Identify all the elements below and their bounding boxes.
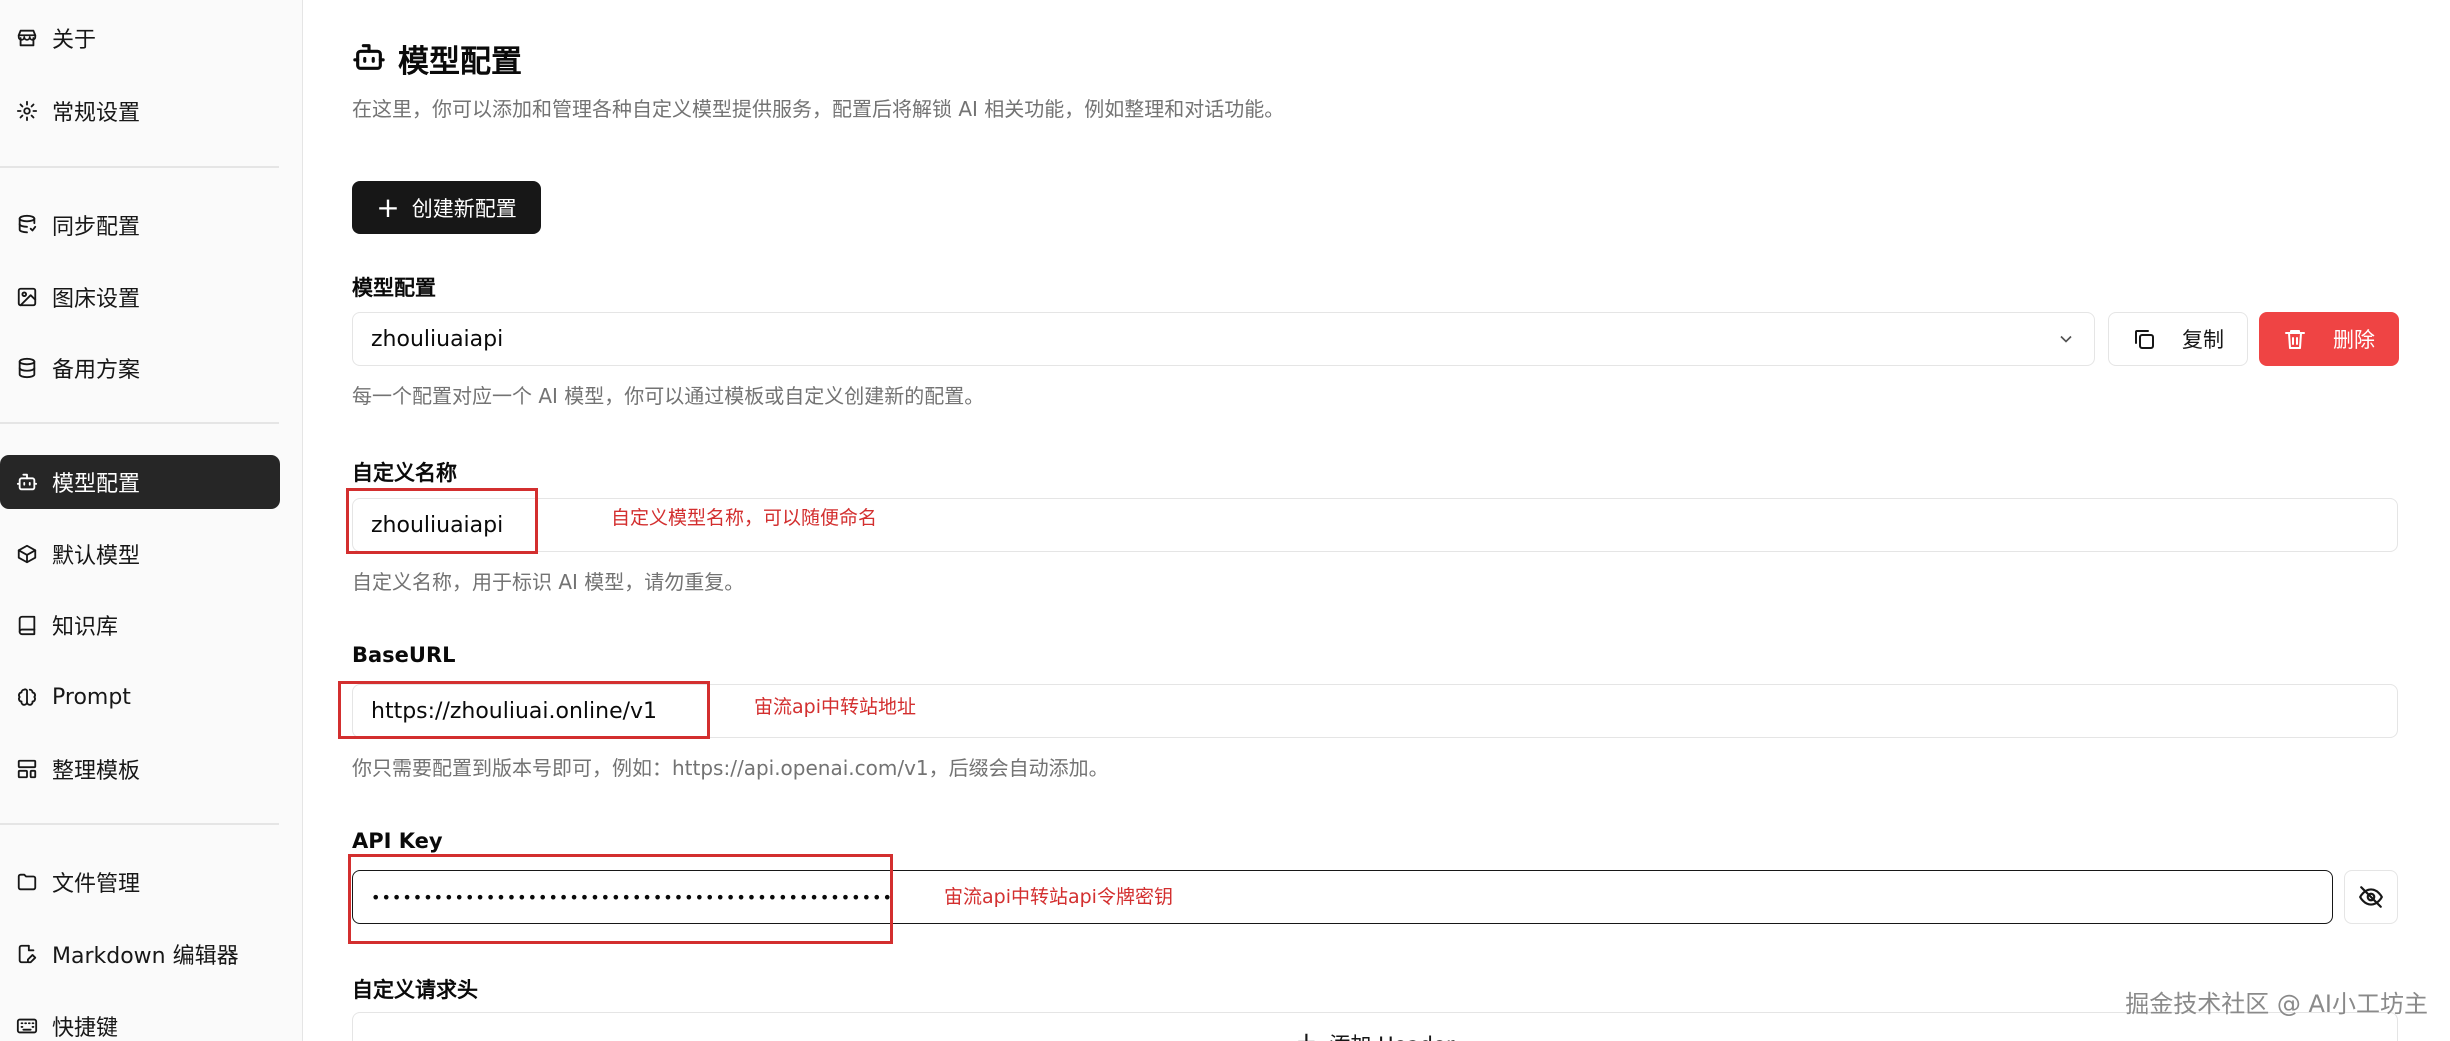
- custom-headers-label: 自定义请求头: [352, 978, 478, 1002]
- sidebar-item-shortcuts[interactable]: 快捷键: [0, 999, 280, 1041]
- plus-icon: +: [1296, 1029, 1318, 1041]
- sidebar-item-label: 同步配置: [52, 215, 141, 240]
- model-config-selected: zhouliuaiapi: [371, 326, 504, 352]
- layout-template-icon: [16, 758, 38, 780]
- annotation-box-url: [338, 681, 710, 739]
- annotation-box-name: [346, 488, 538, 554]
- book-icon: [16, 614, 38, 636]
- sidebar-item-label: 模型配置: [52, 472, 141, 497]
- sidebar-item-model-config[interactable]: 模型配置: [0, 455, 280, 509]
- model-config-label: 模型配置: [352, 276, 436, 300]
- create-config-button[interactable]: + 创建新配置: [352, 181, 541, 234]
- page-header: 模型配置: [352, 36, 522, 81]
- sidebar-item-sync[interactable]: 同步配置: [0, 198, 280, 252]
- image-icon: [16, 286, 38, 308]
- base-url-label: BaseURL: [352, 643, 456, 667]
- bot-icon: [352, 40, 386, 78]
- sidebar-item-label: 常规设置: [52, 101, 141, 126]
- sidebar-item-about[interactable]: 关于: [0, 11, 280, 65]
- main-content: 模型配置 在这里，你可以添加和管理各种自定义模型提供服务，配置后将解锁 AI 相…: [338, 0, 2450, 1041]
- create-config-label: 创建新配置: [411, 196, 517, 221]
- delete-button[interactable]: 删除: [2259, 312, 2399, 366]
- store-icon: [16, 27, 38, 49]
- sidebar-item-default-model[interactable]: 默认模型: [0, 527, 280, 581]
- annotation-name-note: 自定义模型名称，可以随便命名: [611, 507, 878, 529]
- base-url-help: 你只需要配置到版本号即可，例如：https://api.openai.com/v…: [352, 756, 1109, 780]
- eye-off-icon: [2359, 886, 2383, 908]
- sidebar-divider: [0, 823, 279, 825]
- sidebar-divider: [0, 166, 279, 168]
- gear-icon: [16, 100, 38, 122]
- sidebar-item-label: Markdown 编辑器: [52, 944, 239, 969]
- api-key-label: API Key: [352, 829, 443, 853]
- sidebar-item-prompt[interactable]: Prompt: [0, 670, 280, 724]
- sidebar-item-knowledge-base[interactable]: 知识库: [0, 598, 280, 652]
- page-description: 在这里，你可以添加和管理各种自定义模型提供服务，配置后将解锁 AI 相关功能，例…: [352, 97, 1285, 121]
- box-icon: [16, 543, 38, 565]
- sidebar-item-file-manager[interactable]: 文件管理: [0, 855, 280, 909]
- sidebar-divider: [0, 422, 279, 424]
- sidebar-item-label: 知识库: [52, 615, 119, 640]
- folder-icon: [16, 871, 38, 893]
- sidebar-item-markdown-editor[interactable]: Markdown 编辑器: [0, 927, 280, 981]
- page-title: 模型配置: [398, 44, 522, 80]
- sidebar-item-label: 关于: [52, 28, 97, 53]
- annotation-box-key: [348, 854, 893, 944]
- sidebar-item-label: 文件管理: [52, 872, 141, 897]
- custom-name-help: 自定义名称，用于标识 AI 模型，请勿重复。: [352, 570, 745, 594]
- custom-name-label: 自定义名称: [352, 461, 457, 485]
- sidebar-item-general-settings[interactable]: 常规设置: [0, 84, 280, 138]
- bot-icon: [16, 471, 38, 493]
- sidebar-item-label: 默认模型: [52, 544, 141, 569]
- copy-button[interactable]: 复制: [2108, 312, 2248, 366]
- database-sync-icon: [16, 214, 38, 236]
- toggle-visibility-button[interactable]: [2344, 870, 2398, 924]
- model-config-help: 每一个配置对应一个 AI 模型，你可以通过模板或自定义创建新的配置。: [352, 384, 985, 408]
- sidebar: 关于 常规设置 同步配置 图床设置 备用方案 模型配置 默认模型 知识库 Pro…: [0, 0, 303, 1041]
- watermark: 掘金技术社区 @ AI小工坊主: [2125, 990, 2428, 1018]
- plus-icon: +: [376, 190, 400, 224]
- sidebar-item-image-hosting[interactable]: 图床设置: [0, 270, 280, 324]
- copy-icon: [2135, 330, 2154, 349]
- delete-button-label: 删除: [2333, 328, 2375, 352]
- add-header-label: 添加 Header: [1329, 1029, 1454, 1041]
- keyboard-icon: [16, 1015, 38, 1037]
- sidebar-item-label: 整理模板: [52, 759, 141, 784]
- sidebar-item-label: 快捷键: [52, 1016, 119, 1041]
- add-header-button[interactable]: + 添加 Header: [352, 1012, 2398, 1041]
- sidebar-item-templates[interactable]: 整理模板: [0, 742, 280, 796]
- model-config-select[interactable]: zhouliuaiapi: [352, 312, 2095, 366]
- chevron-down-icon: [2056, 329, 2076, 355]
- sidebar-item-backup[interactable]: 备用方案: [0, 341, 280, 395]
- trash-icon: [2285, 330, 2305, 349]
- annotation-key-note: 宙流api中转站api令牌密钥: [944, 886, 1173, 908]
- brain-icon: [16, 686, 38, 708]
- database-icon: [16, 357, 38, 379]
- sidebar-item-label: Prompt: [52, 684, 131, 710]
- file-edit-icon: [16, 943, 38, 965]
- sidebar-item-label: 图床设置: [52, 287, 141, 312]
- annotation-url-note: 宙流api中转站地址: [754, 696, 916, 718]
- copy-button-label: 复制: [2182, 328, 2224, 352]
- sidebar-item-label: 备用方案: [52, 358, 141, 383]
